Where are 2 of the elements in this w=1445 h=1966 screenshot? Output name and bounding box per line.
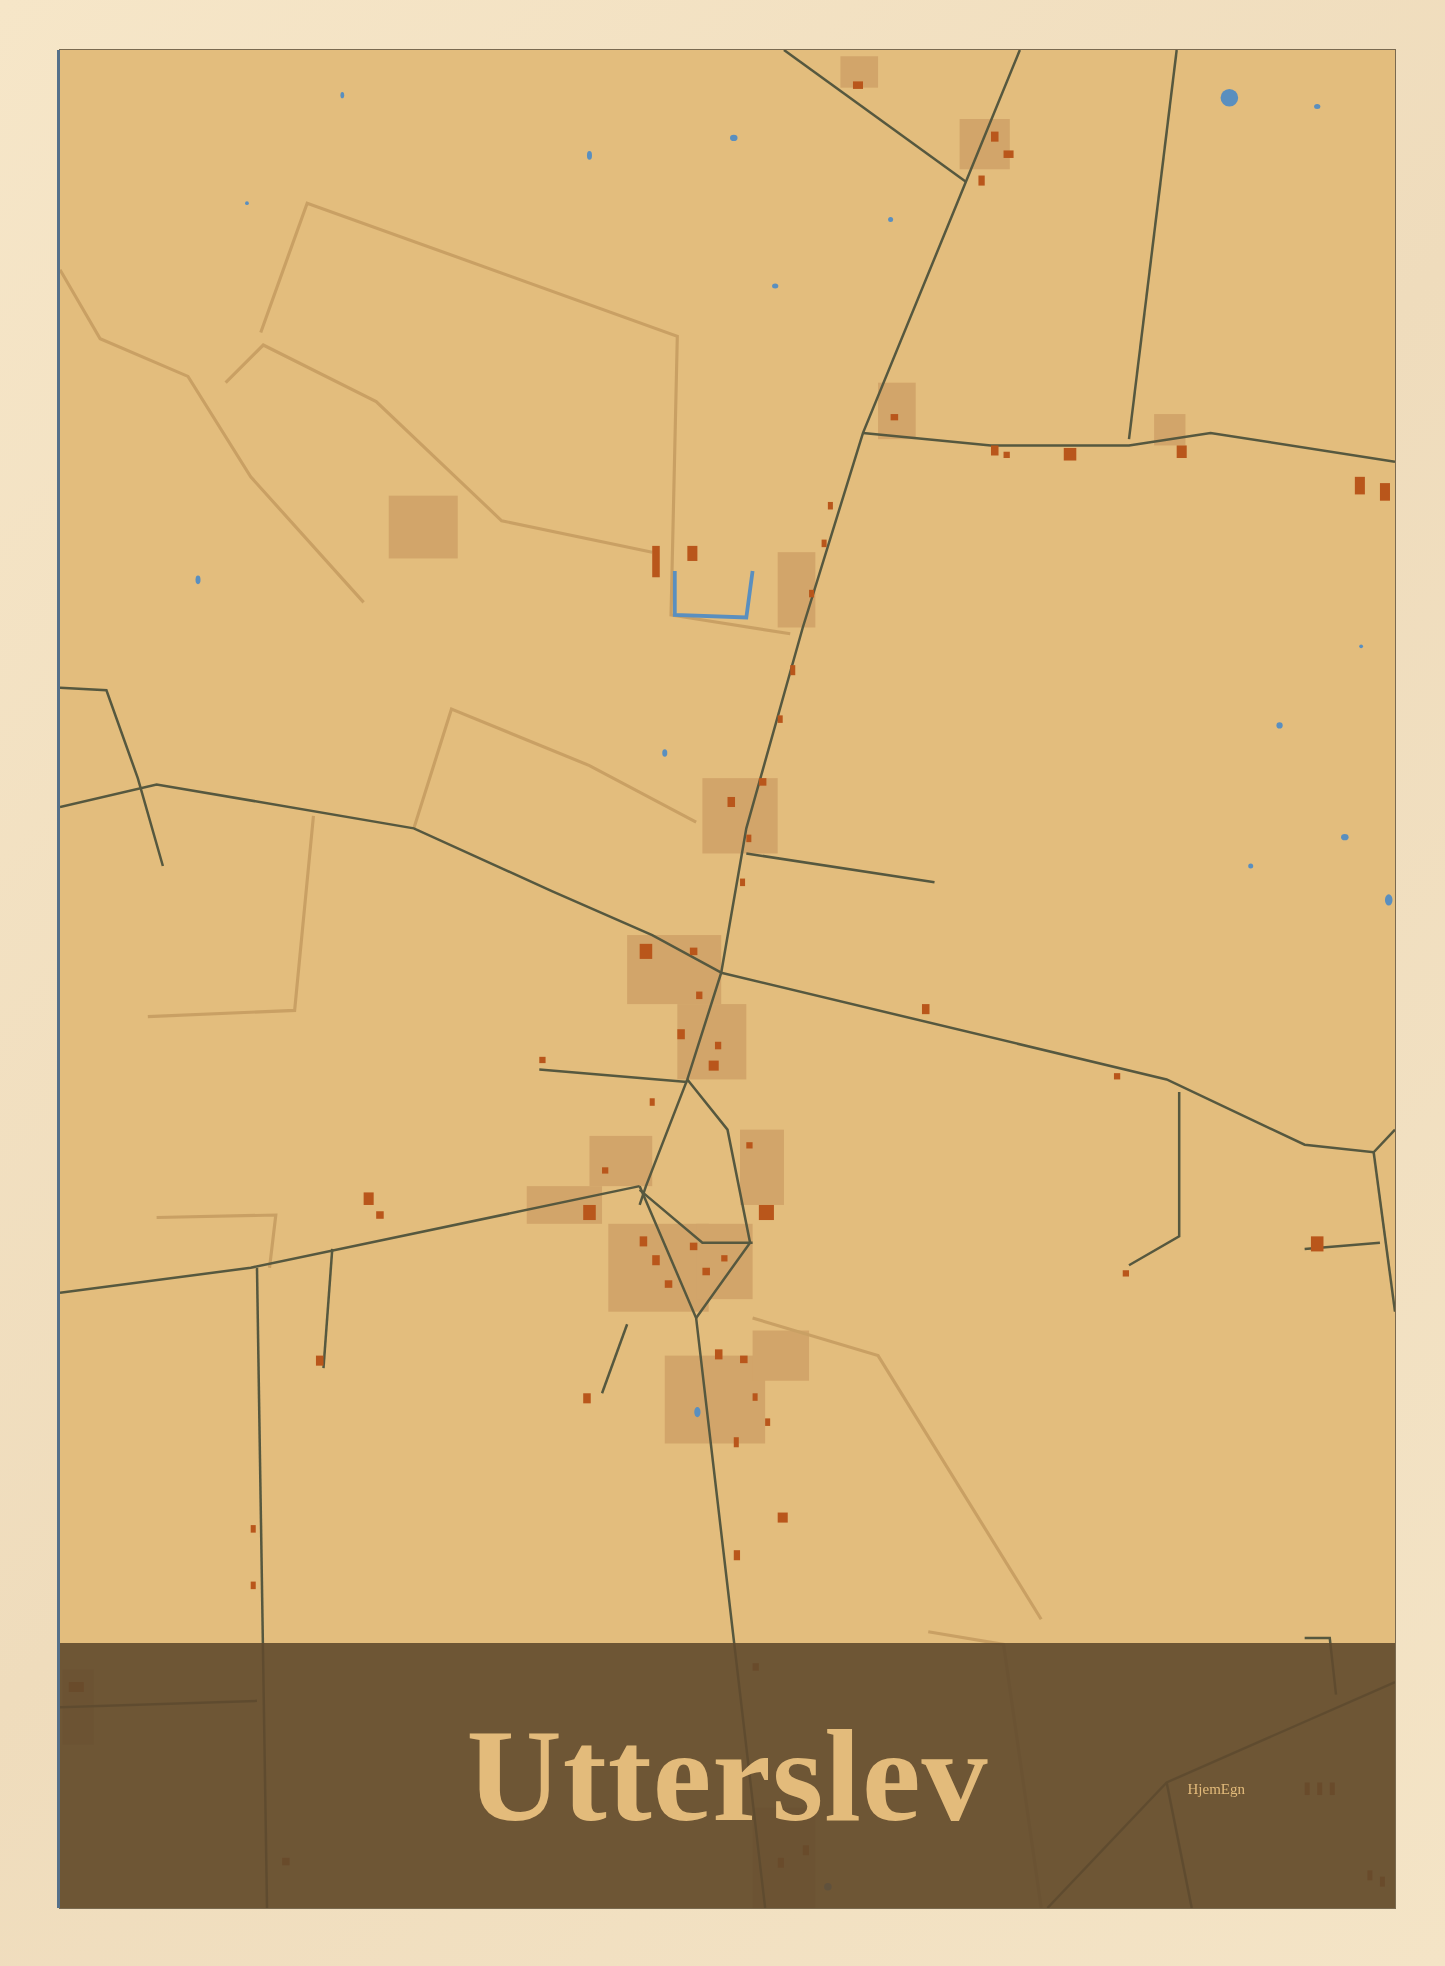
brand-logo: HjemEgn <box>1187 1781 1245 1798</box>
poster-title: Utterslev <box>466 1701 989 1851</box>
